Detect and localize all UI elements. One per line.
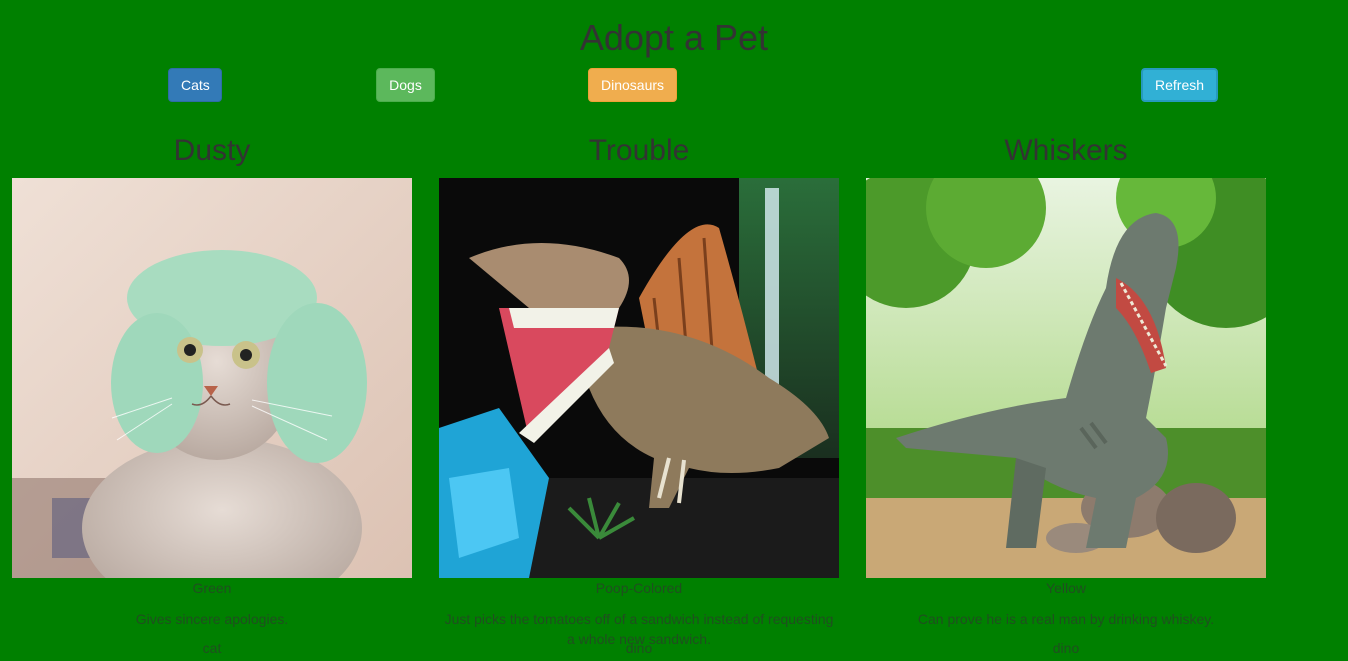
dinosaurs-button[interactable]: Dinosaurs (588, 68, 677, 102)
pet-card: Whiskers Yellow Can prove he is a real m… (866, 132, 1266, 661)
dogs-button[interactable]: Dogs (376, 68, 435, 102)
pet-description: Can prove he is a real man by drinking w… (917, 611, 1215, 627)
t-rex-photo (866, 178, 1266, 578)
pet-type: cat (202, 640, 222, 656)
refresh-button[interactable]: Refresh (1141, 68, 1218, 102)
pet-description: Gives sincere apologies. (135, 611, 289, 627)
pet-card: Dusty Green Gives sincere apologies. cat (12, 132, 412, 661)
pet-color: Poop-Colored (595, 580, 683, 596)
pet-name: Trouble (588, 134, 690, 167)
pet-name: Whiskers (1004, 134, 1128, 167)
pet-type: dino (625, 640, 653, 656)
pet-color: Yellow (1046, 580, 1086, 596)
spinosaurus-photo (439, 178, 839, 578)
pet-type: dino (1052, 640, 1080, 656)
pet-name: Dusty (173, 134, 251, 167)
pet-card: Trouble Poop-Colored Just picks the toma… (439, 132, 839, 661)
pet-color: Green (192, 580, 232, 596)
cats-button[interactable]: Cats (168, 68, 222, 102)
cat-photo (12, 178, 412, 578)
page-title: Adopt a Pet (579, 17, 769, 58)
